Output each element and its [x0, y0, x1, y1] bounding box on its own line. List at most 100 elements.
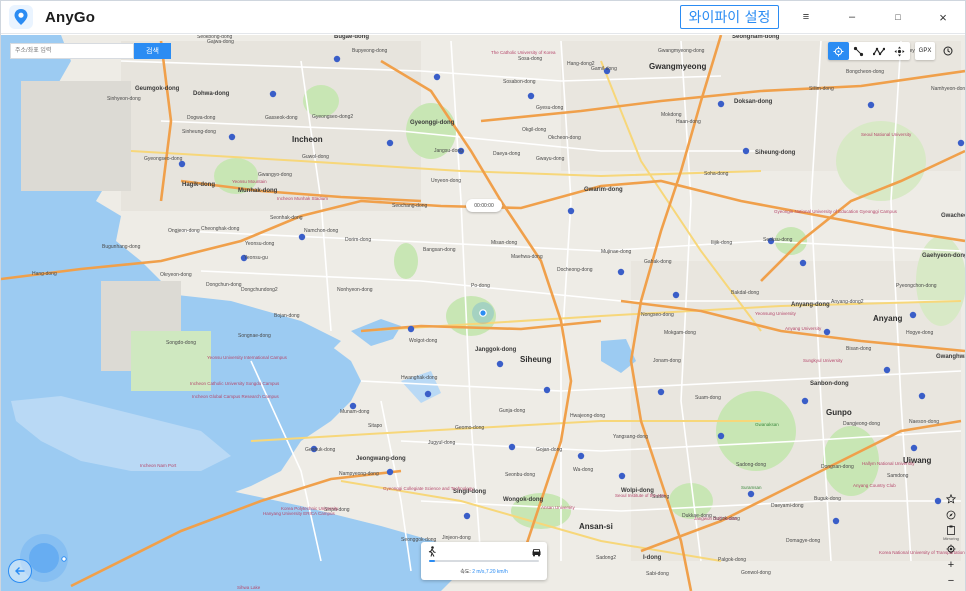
- locate-icon: [946, 544, 956, 554]
- map-view[interactable]: Incheon Siheung Ansan-si Anyang Gwangmyeong G…: [1, 35, 965, 591]
- district-label: Gwarim-dong: [584, 187, 623, 193]
- neighborhood-label: Gunja-dong: [499, 408, 526, 414]
- neighborhood-label: Gasseok-dong: [265, 115, 298, 121]
- close-button[interactable]: ×: [932, 7, 954, 27]
- search-field[interactable]: [10, 43, 134, 59]
- poi-label: Incheon Nam Port: [140, 463, 177, 468]
- poi-label: Gyeonggi Collegiate Science and Technolo…: [383, 486, 474, 491]
- teleport-mode-button[interactable]: [828, 42, 849, 60]
- neighborhood-label: Dongchun-dong: [206, 282, 242, 288]
- neighborhood-label: Jugyul-dong: [428, 440, 456, 446]
- minimize-button[interactable]: –: [841, 7, 863, 27]
- poi-label: Yeonsung University: [755, 311, 796, 316]
- neighborhood-label: Bojan-dong: [274, 313, 300, 319]
- clipboard-icon: [947, 525, 955, 535]
- neighborhood-label: Anyang-dong2: [831, 299, 864, 305]
- neighborhood-label: Palgok-dong: [718, 557, 747, 563]
- history-button[interactable]: [939, 42, 957, 60]
- city-label: Siheung: [520, 355, 552, 364]
- back-button[interactable]: [8, 559, 32, 583]
- neighborhood-label: Hang-dong2: [567, 61, 595, 67]
- wifi-settings-button[interactable]: 와이파이 설정: [680, 5, 779, 29]
- district-label: Jeongwang-dong: [356, 456, 406, 462]
- neighborhood-label: Yeonsu-dong: [245, 241, 275, 247]
- district-label: Seongnam-dong: [732, 35, 780, 40]
- neighborhood-label: Gwangyo-dong: [258, 172, 292, 178]
- neighborhood-label: Buguk-dong: [814, 496, 841, 502]
- neighborhood-label: Mujinae-dong: [601, 249, 632, 255]
- neighborhood-label: Dongsan-dong: [821, 464, 854, 470]
- neighborhood-label: Mokgam-dong: [664, 330, 696, 336]
- district-label: Janggok-dong: [475, 347, 517, 353]
- compass-icon: [946, 510, 956, 520]
- neighborhood-label: Gajwa-dong: [207, 39, 234, 45]
- title-bar[interactable]: AnyGo 와이파이 설정 ≡ – □ ×: [1, 1, 965, 34]
- maximize-icon: □: [895, 12, 901, 22]
- district-label: Siheung-dong: [755, 150, 796, 156]
- poi-label: Ansan University: [541, 505, 575, 510]
- neighborhood-label: Gwayu-dong: [536, 156, 565, 162]
- menu-button[interactable]: ≡: [795, 7, 817, 27]
- neighborhood-label: Jinjeon-dong: [442, 535, 471, 541]
- zoom-in-icon: +: [947, 559, 955, 571]
- walking-icon[interactable]: [427, 546, 437, 557]
- speed-slider[interactable]: [429, 560, 539, 562]
- neighborhood-label: Sillim-dong: [809, 86, 834, 92]
- gpx-import-button[interactable]: GPX: [915, 42, 935, 60]
- search-input[interactable]: [15, 44, 133, 58]
- poi-label: Sihwa Lake: [237, 585, 261, 590]
- zoom-out-icon: −: [947, 575, 955, 587]
- district-label: Gwacheon: [941, 213, 965, 219]
- speed-panel: 속도: 2 m/s,7.20 km/h: [421, 542, 547, 580]
- joystick-knob[interactable]: [29, 543, 59, 573]
- screen-mirroring-button[interactable]: [943, 523, 959, 536]
- neighborhood-label: Bugunhang-dong: [102, 244, 141, 250]
- search-button[interactable]: 검색: [134, 43, 171, 59]
- neighborhood-label: Gonwol-dong: [741, 570, 771, 576]
- two-spot-mode-button[interactable]: [849, 42, 870, 60]
- neighborhood-label: Sosabon-dong: [503, 79, 536, 85]
- district-label: Bugae-dong: [334, 35, 369, 40]
- neighborhood-label: Cheonghak-dong: [201, 226, 240, 232]
- neighborhood-label: Sadong2: [596, 555, 617, 561]
- locate-button[interactable]: [943, 541, 959, 557]
- district-label: Anyang-dong: [791, 302, 830, 308]
- neighborhood-label: Gyeongseo-dong2: [312, 114, 354, 120]
- neighborhood-label: Geobuk-dong: [305, 447, 336, 453]
- minimize-icon: –: [848, 11, 856, 23]
- district-label: Gyeonggi-dong: [410, 120, 455, 126]
- neighborhood-label: Seochang-dong: [392, 203, 428, 209]
- neighborhood-label: Sitapo: [368, 423, 383, 429]
- neighborhood-label: Bakdal-dong: [731, 290, 760, 296]
- poi-label: Anyang University: [785, 326, 822, 331]
- neighborhood-label: Daeya-dong: [493, 151, 521, 157]
- neighborhood-label: Dorim-dong: [345, 237, 372, 243]
- neighborhood-label: Sosa-dong: [518, 56, 543, 62]
- district-label: Geumgok-dong: [135, 86, 180, 92]
- maximize-button[interactable]: □: [887, 7, 909, 27]
- neighborhood-label: Okcheon-dong: [548, 135, 581, 141]
- neighborhood-label: Songdo-dong: [166, 340, 197, 346]
- route-timer: 00:00:00: [466, 199, 502, 212]
- neighborhood-label: Seonbu-dong: [505, 472, 536, 478]
- poi-label: Seoul National University: [861, 132, 912, 137]
- neighborhood-label: Haan-dong: [676, 119, 701, 125]
- district-label: Gaehyeon-dong: [922, 253, 965, 259]
- favorites-button[interactable]: [943, 491, 959, 507]
- arrow-left-icon: [15, 567, 25, 575]
- zoom-in-button[interactable]: +: [943, 557, 959, 573]
- joystick-mode-button[interactable]: [890, 42, 911, 60]
- compass-button[interactable]: [943, 507, 959, 523]
- neighborhood-label: Jangsu-dong: [434, 148, 463, 154]
- star-icon: [946, 494, 956, 504]
- neighborhood-label: Mokdong: [661, 112, 682, 118]
- multi-spot-mode-button[interactable]: [869, 42, 890, 60]
- neighborhood-label: Gyeongseo-dong: [144, 156, 183, 162]
- neighborhood-label: Jonam-dong: [653, 358, 681, 364]
- neighborhood-label: Wa-dong: [573, 467, 594, 473]
- map-base[interactable]: [1, 35, 965, 591]
- car-icon[interactable]: [531, 547, 542, 557]
- speed-label: 속도:: [460, 569, 471, 575]
- zoom-out-button[interactable]: −: [943, 573, 959, 589]
- neighborhood-label: Gahak-dong: [644, 259, 672, 265]
